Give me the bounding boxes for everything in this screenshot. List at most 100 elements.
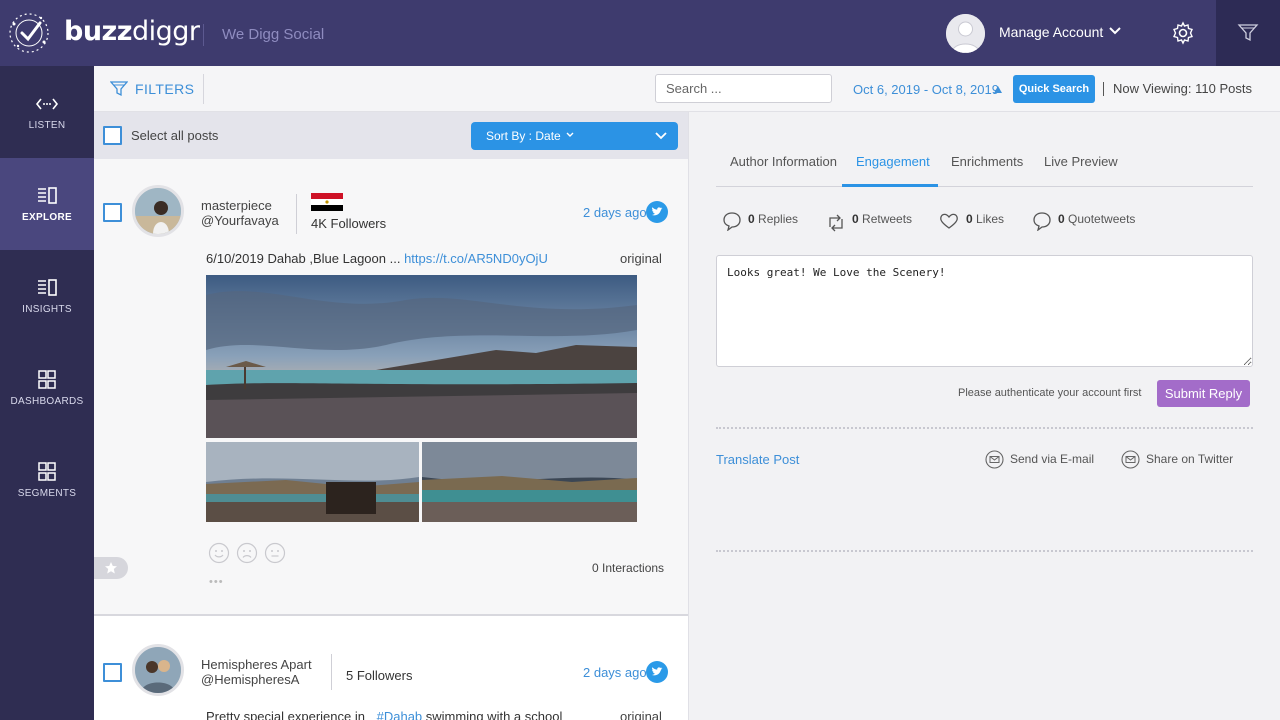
search-input[interactable] <box>655 74 832 103</box>
lagoon-storm-photo <box>422 442 637 522</box>
interactions-count: 0 Interactions <box>592 561 665 575</box>
select-all-checkbox[interactable] <box>103 126 122 145</box>
tagline: We Digg Social <box>203 24 324 46</box>
beach-huts-photo <box>206 442 419 522</box>
author-handle[interactable]: @HemispheresA <box>201 672 299 687</box>
sidebar-item-dashboards[interactable]: DASHBOARDS <box>0 342 94 434</box>
twitter-icon[interactable] <box>646 661 668 683</box>
sort-by-dropdown[interactable]: Sort By : Date <box>471 122 678 150</box>
quotetweets-metric: 0 Quotetweets <box>1058 212 1136 226</box>
post-checkbox[interactable] <box>103 663 122 682</box>
twitter-icon[interactable] <box>646 201 668 223</box>
author-photo <box>135 647 181 693</box>
smile-icon[interactable] <box>208 542 230 564</box>
replies-metric: 0 Replies <box>748 212 799 226</box>
star-icon <box>105 562 117 574</box>
tab-live-preview[interactable]: Live Preview <box>1044 154 1118 169</box>
egypt-flag-icon <box>311 193 343 211</box>
sidebar-item-label: EXPLORE <box>22 212 72 223</box>
share-icon[interactable] <box>1121 450 1140 469</box>
post-photo-thumb[interactable] <box>422 442 637 522</box>
hashtag-link[interactable]: #Dahab <box>377 709 423 720</box>
gear-icon[interactable] <box>1171 21 1195 45</box>
neutral-face-icon[interactable] <box>264 542 286 564</box>
select-all-label[interactable]: Select all posts <box>131 128 218 143</box>
heart-icon[interactable] <box>939 211 959 231</box>
insights-list-icon <box>38 279 57 296</box>
lagoon-photo <box>206 275 637 438</box>
chevron-down-icon <box>655 132 667 140</box>
account-avatar[interactable] <box>946 14 985 53</box>
manage-account-button[interactable]: Manage Account <box>999 24 1103 40</box>
grid-icon <box>38 370 56 389</box>
chevron-down-icon <box>566 132 574 137</box>
post-text-body: swimming with a school <box>425 709 563 720</box>
send-via-email-button[interactable]: Send via E-mail <box>1010 452 1094 466</box>
funnel-icon <box>1237 24 1259 42</box>
sidebar-item-insights[interactable]: INSIGHTS <box>0 250 94 342</box>
date-range-picker[interactable]: Oct 6, 2019 - Oct 8, 2019 <box>853 82 999 97</box>
brand-name[interactable]: buzzdiggr <box>64 16 200 47</box>
author-name[interactable]: Hemispheres Apart <box>201 657 312 672</box>
code-arrows-icon <box>35 98 59 110</box>
sort-by-label: Sort By : Date <box>486 129 561 143</box>
now-viewing-count: Now Viewing: 110 Posts <box>1113 81 1252 96</box>
email-icon[interactable] <box>985 450 1004 469</box>
share-on-twitter-button[interactable]: Share on Twitter <box>1146 452 1233 466</box>
divider <box>1103 82 1104 96</box>
filters-button[interactable]: FILTERS <box>135 81 194 97</box>
caret-up-icon[interactable] <box>994 86 1002 93</box>
translate-post-link[interactable]: Translate Post <box>716 452 799 467</box>
grid-icon <box>38 462 56 481</box>
post-text-body: Pretty special experience in <box>206 709 365 720</box>
more-options-icon[interactable]: ••• <box>209 576 224 588</box>
sidebar-item-label: DASHBOARDS <box>10 396 84 407</box>
submit-reply-button[interactable]: Submit Reply <box>1157 380 1250 407</box>
auth-note: Please authenticate your account first <box>958 387 1142 399</box>
divider <box>716 550 1253 552</box>
divider <box>716 427 1253 429</box>
divider <box>203 74 204 104</box>
tab-enrichments[interactable]: Enrichments <box>951 154 1023 169</box>
reply-bubble-icon[interactable] <box>722 211 742 231</box>
post-checkbox[interactable] <box>103 203 122 222</box>
sidebar-item-label: LISTEN <box>28 120 66 131</box>
sidebar-item-label: SEGMENTS <box>17 488 77 499</box>
quick-search-button[interactable]: Quick Search <box>1013 75 1095 103</box>
author-avatar[interactable] <box>132 644 184 696</box>
follower-count: 5 Followers <box>346 668 413 683</box>
follower-count: 4K Followers <box>311 216 387 231</box>
favorite-tab[interactable] <box>94 557 128 579</box>
divider <box>331 654 332 690</box>
post-photo-thumb[interactable] <box>206 442 419 522</box>
notifications-panel-toggle[interactable] <box>1216 0 1280 66</box>
sidebar-item-explore[interactable]: EXPLORE <box>0 158 94 250</box>
reply-textarea[interactable] <box>716 255 1253 367</box>
buzzdiggr-logo-icon[interactable] <box>6 10 52 56</box>
sidebar-item-segments[interactable]: SEGMENTS <box>0 434 94 526</box>
post-photo-main[interactable] <box>206 275 637 438</box>
post-text-body: 6/10/2019 Dahab ,Blue Lagoon ... <box>206 251 401 266</box>
post-link[interactable]: https://t.co/AR5ND0yOjU <box>404 251 548 266</box>
retweet-icon[interactable] <box>826 213 846 233</box>
sidebar-item-listen[interactable]: LISTEN <box>0 66 94 158</box>
tab-author-information[interactable]: Author Information <box>730 154 837 169</box>
post-type-label: original <box>620 251 662 266</box>
quote-bubble-icon[interactable] <box>1032 211 1052 231</box>
chevron-down-icon[interactable] <box>1108 24 1122 38</box>
author-photo <box>135 188 181 234</box>
tab-engagement[interactable]: Engagement <box>856 154 930 169</box>
user-silhouette-icon <box>946 14 985 53</box>
author-avatar[interactable] <box>132 185 184 237</box>
post-date[interactable]: 2 days ago <box>583 205 647 220</box>
post-text: Pretty special experience in #Dahab swim… <box>206 709 562 720</box>
author-name[interactable]: masterpiece <box>201 198 272 213</box>
sidebar-item-label: INSIGHTS <box>22 304 72 315</box>
post-text: 6/10/2019 Dahab ,Blue Lagoon ... https:/… <box>206 251 548 266</box>
filter-funnel-icon[interactable] <box>110 79 128 97</box>
frown-icon[interactable] <box>236 542 258 564</box>
active-tab-indicator <box>842 184 938 187</box>
post-date[interactable]: 2 days ago <box>583 665 647 680</box>
divider <box>716 186 1253 187</box>
author-handle[interactable]: @Yourfavaya <box>201 213 279 228</box>
